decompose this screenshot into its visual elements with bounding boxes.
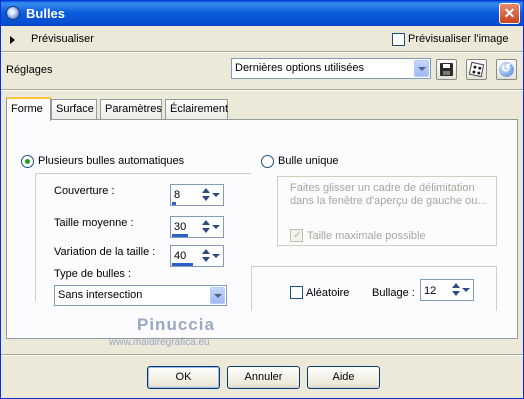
tab-surface[interactable]: Surface (51, 99, 97, 119)
random-checkbox[interactable] (290, 286, 303, 299)
expand-arrow-icon[interactable] (10, 36, 15, 44)
size-variation-label: Variation de la taille : (54, 246, 156, 258)
tab-parametres[interactable]: Paramètres (100, 99, 162, 119)
max-size-label[interactable]: Taille maximale possible (307, 230, 426, 242)
chevron-down-icon[interactable] (210, 287, 225, 304)
randomize-button[interactable] (466, 59, 487, 80)
tab-label: Paramètres (105, 103, 162, 115)
watermark-url: www.maidiregrafica.eu (109, 337, 210, 348)
random-label[interactable]: Aléatoire (306, 287, 349, 299)
single-bubble-radio[interactable] (261, 155, 274, 168)
separator (1, 354, 523, 356)
size-variation-level-bar (172, 263, 193, 266)
chevron-down-icon[interactable] (211, 247, 222, 265)
chevron-down-icon[interactable] (461, 281, 472, 299)
preset-select[interactable]: Dernières options utilisées (231, 58, 431, 79)
avg-size-value: 30 (174, 221, 187, 233)
avg-size-label: Taille moyenne : (54, 217, 134, 229)
avg-size-level-bar (172, 234, 188, 237)
help-button[interactable]: Aide (307, 366, 380, 389)
app-icon (6, 6, 20, 20)
single-bubble-label[interactable]: Bulle unique (278, 155, 339, 167)
size-variation-stepper[interactable]: 40 (170, 245, 224, 267)
seed-label: Bullage : (372, 287, 415, 299)
cancel-button[interactable]: Annuler (227, 366, 300, 389)
single-bubble-hint: Faites glisser un cadre de délimitation … (290, 182, 487, 207)
preview-image-checkbox[interactable] (392, 33, 405, 46)
tab-forme[interactable]: Forme (6, 97, 51, 121)
tab-label: Forme (11, 103, 43, 115)
tab-eclairement[interactable]: Éclairement (165, 99, 228, 119)
chevron-down-icon[interactable] (211, 186, 222, 204)
size-variation-value: 40 (174, 250, 187, 262)
coverage-stepper[interactable]: 8 (170, 184, 224, 206)
close-button[interactable]: ✕ (499, 3, 520, 24)
avg-size-stepper[interactable]: 30 (170, 216, 224, 238)
preview-image-label[interactable]: Prévisualiser l'image (408, 33, 509, 45)
auto-bubbles-label[interactable]: Plusieurs bulles automatiques (38, 155, 184, 167)
chevron-down-icon[interactable] (211, 218, 222, 236)
bubble-type-select[interactable]: Sans intersection (54, 285, 227, 306)
checkmark-icon: ✓ (293, 229, 303, 241)
dice-icon (468, 61, 485, 78)
save-icon (440, 63, 453, 76)
reset-icon (499, 61, 514, 77)
tab-label: Éclairement (170, 103, 229, 115)
seed-value: 12 (424, 285, 437, 297)
close-icon: ✕ (503, 5, 516, 21)
watermark-name: Pinuccia (137, 315, 215, 334)
coverage-label: Couverture : (54, 185, 115, 197)
bubble-type-value: Sans intersection (58, 289, 143, 301)
auto-bubbles-radio[interactable] (21, 155, 34, 168)
title-bar[interactable]: Bulles ✕ (1, 1, 523, 26)
separator (1, 51, 523, 53)
seed-stepper[interactable]: 12 (420, 279, 474, 301)
coverage-value: 8 (174, 189, 181, 201)
preview-label[interactable]: Prévisualiser (31, 33, 94, 45)
tab-label: Surface (56, 103, 94, 115)
reset-button[interactable] (496, 59, 517, 80)
bubble-type-label: Type de bulles : (54, 268, 132, 280)
ok-button[interactable]: OK (147, 366, 220, 389)
settings-label: Réglages (6, 64, 53, 76)
coverage-level-bar (172, 202, 176, 205)
preset-value: Dernières options utilisées (235, 62, 365, 74)
tab-panel-forme: Plusieurs bulles automatiques Couverture… (6, 119, 518, 339)
separator (1, 89, 523, 91)
bubbles-dialog: Bulles ✕ Prévisualiser Prévisualiser l'i… (0, 0, 524, 399)
save-preset-button[interactable] (436, 59, 457, 80)
max-size-checkbox[interactable]: ✓ (290, 229, 303, 242)
chevron-down-icon[interactable] (414, 60, 429, 77)
window-title: Bulles (26, 6, 66, 21)
